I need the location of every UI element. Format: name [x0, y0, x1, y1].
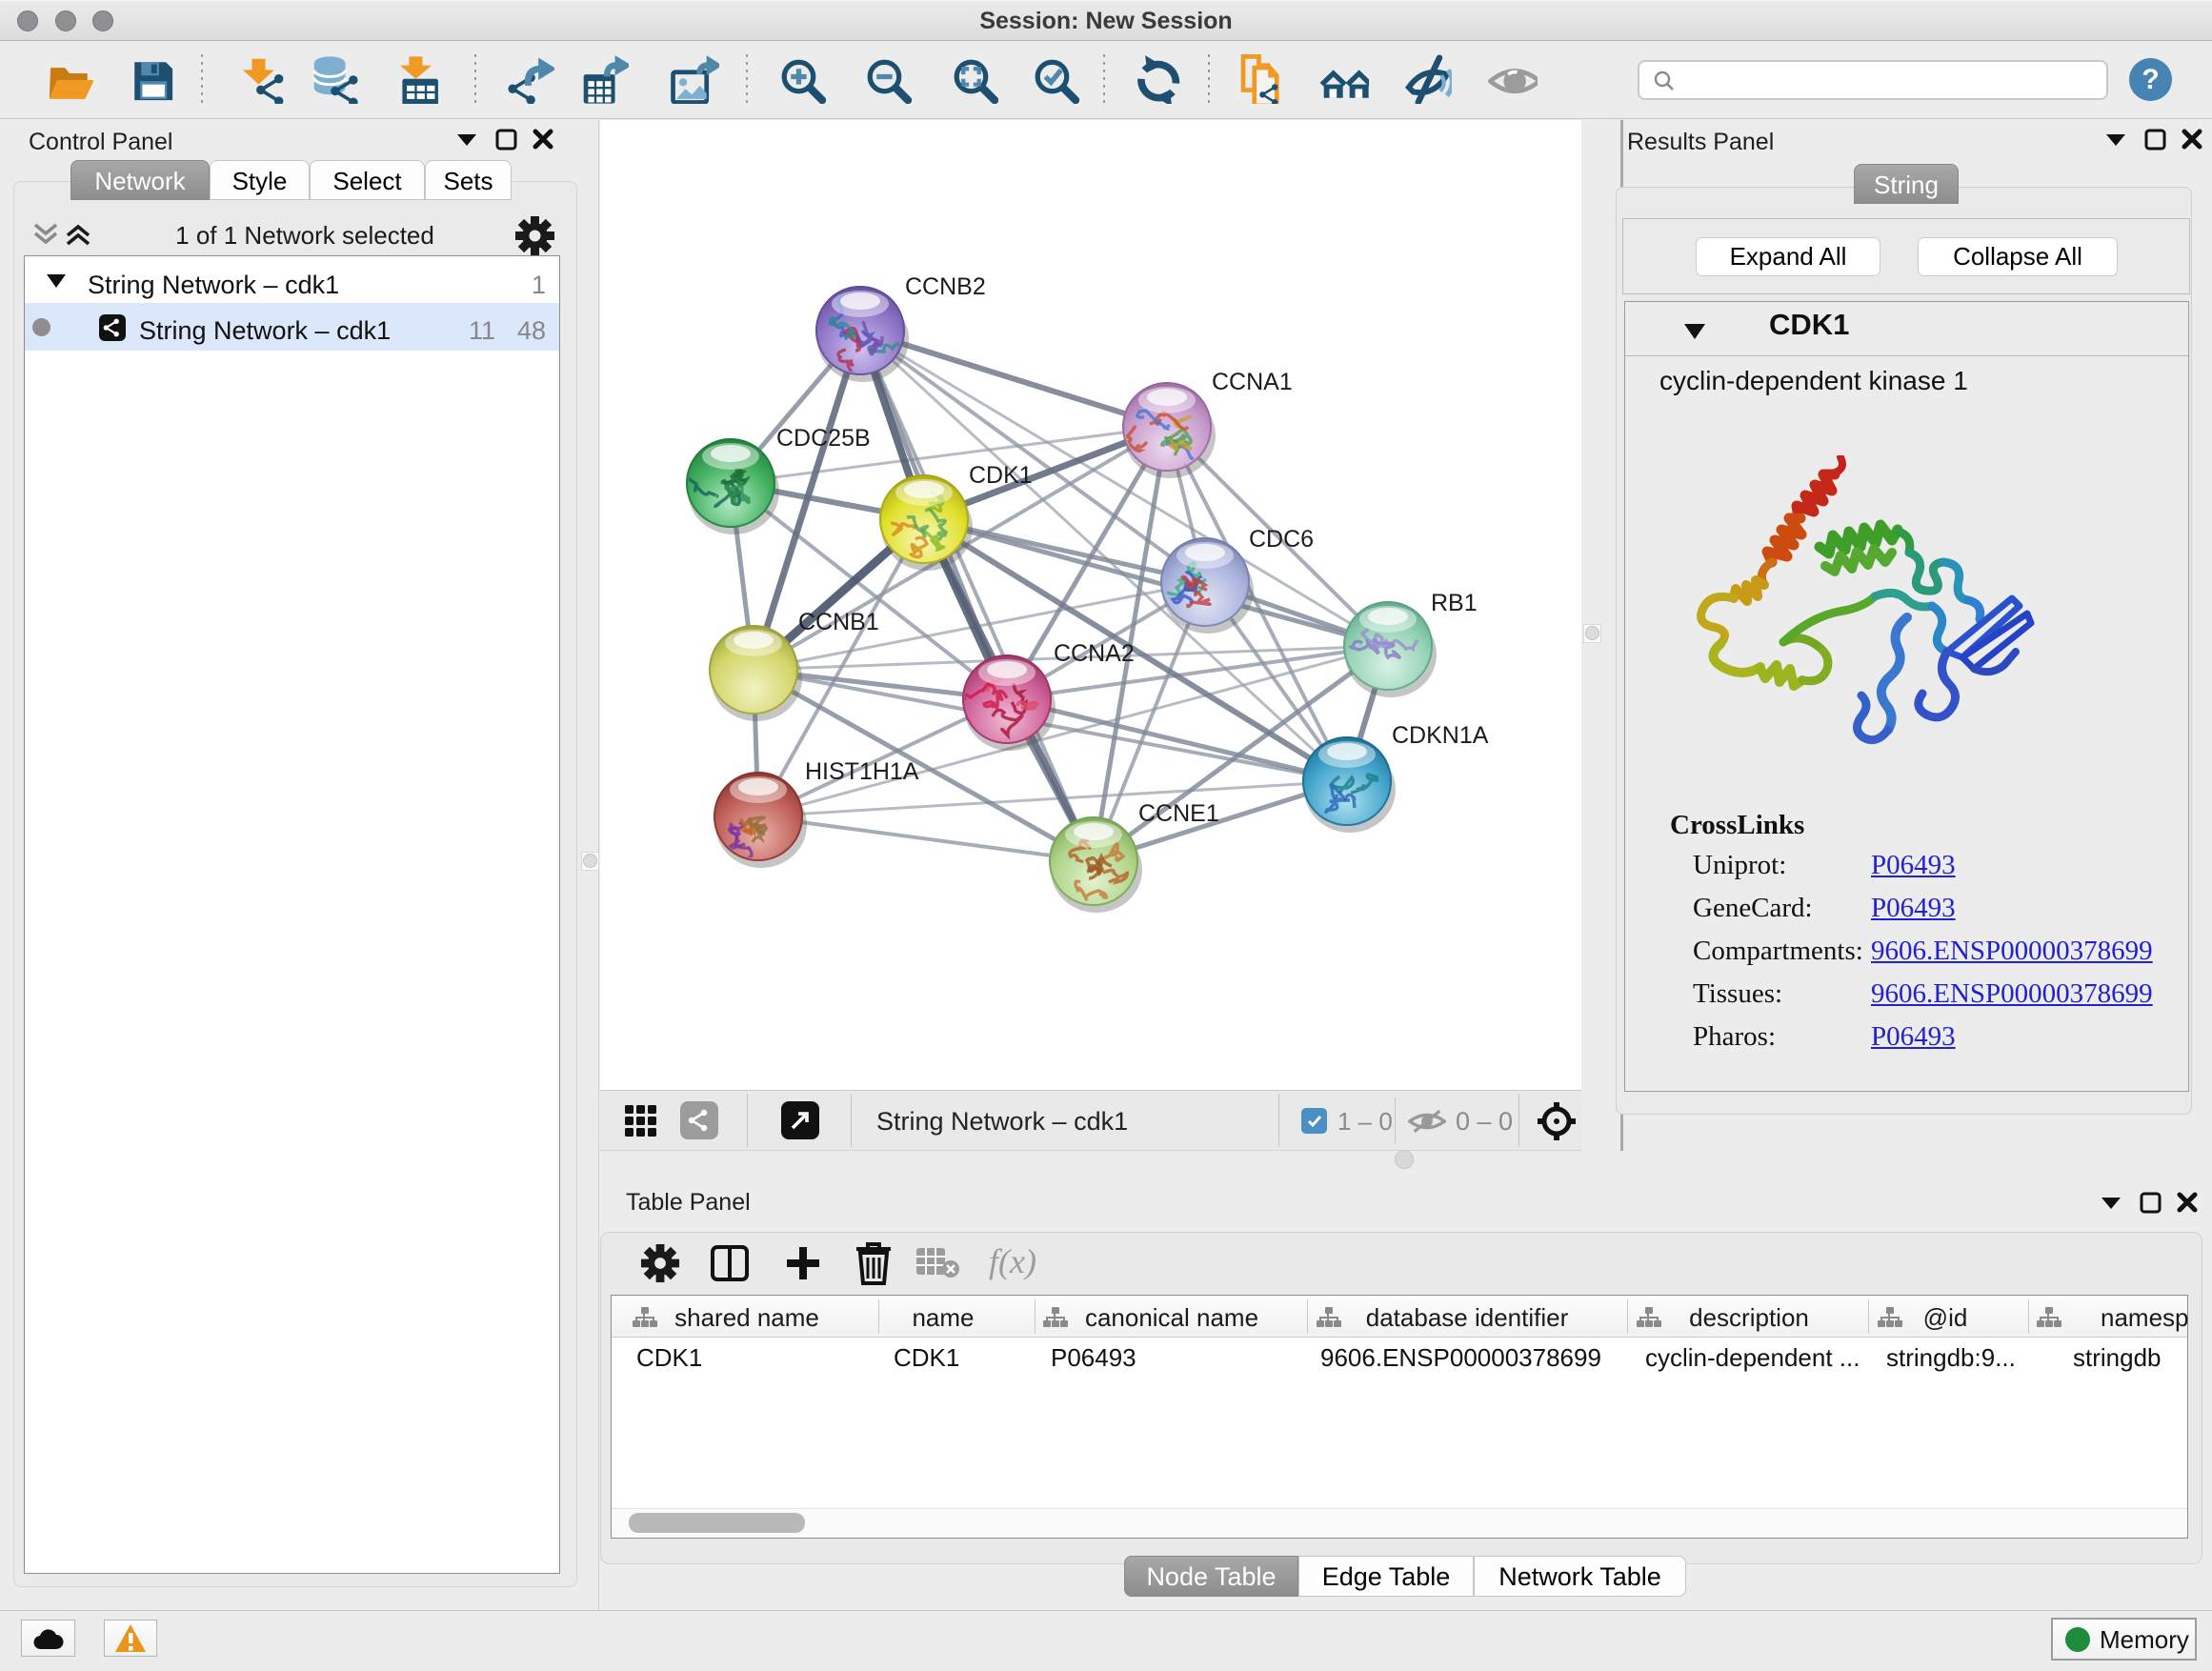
svg-text:CDK1: CDK1 [969, 462, 1033, 489]
svg-text:CCNE1: CCNE1 [1138, 800, 1219, 827]
svg-text:CDKN1A: CDKN1A [1392, 722, 1489, 749]
svg-text:CCNA2: CCNA2 [1054, 640, 1135, 667]
svg-text:HIST1H1A: HIST1H1A [805, 758, 919, 785]
svg-text:CDC25B: CDC25B [776, 425, 871, 452]
svg-text:CCNB2: CCNB2 [905, 273, 986, 300]
svg-text:CCNA1: CCNA1 [1212, 369, 1293, 395]
svg-text:CDC6: CDC6 [1249, 526, 1314, 553]
svg-text:RB1: RB1 [1431, 590, 1478, 616]
svg-text:CCNB1: CCNB1 [798, 609, 879, 635]
